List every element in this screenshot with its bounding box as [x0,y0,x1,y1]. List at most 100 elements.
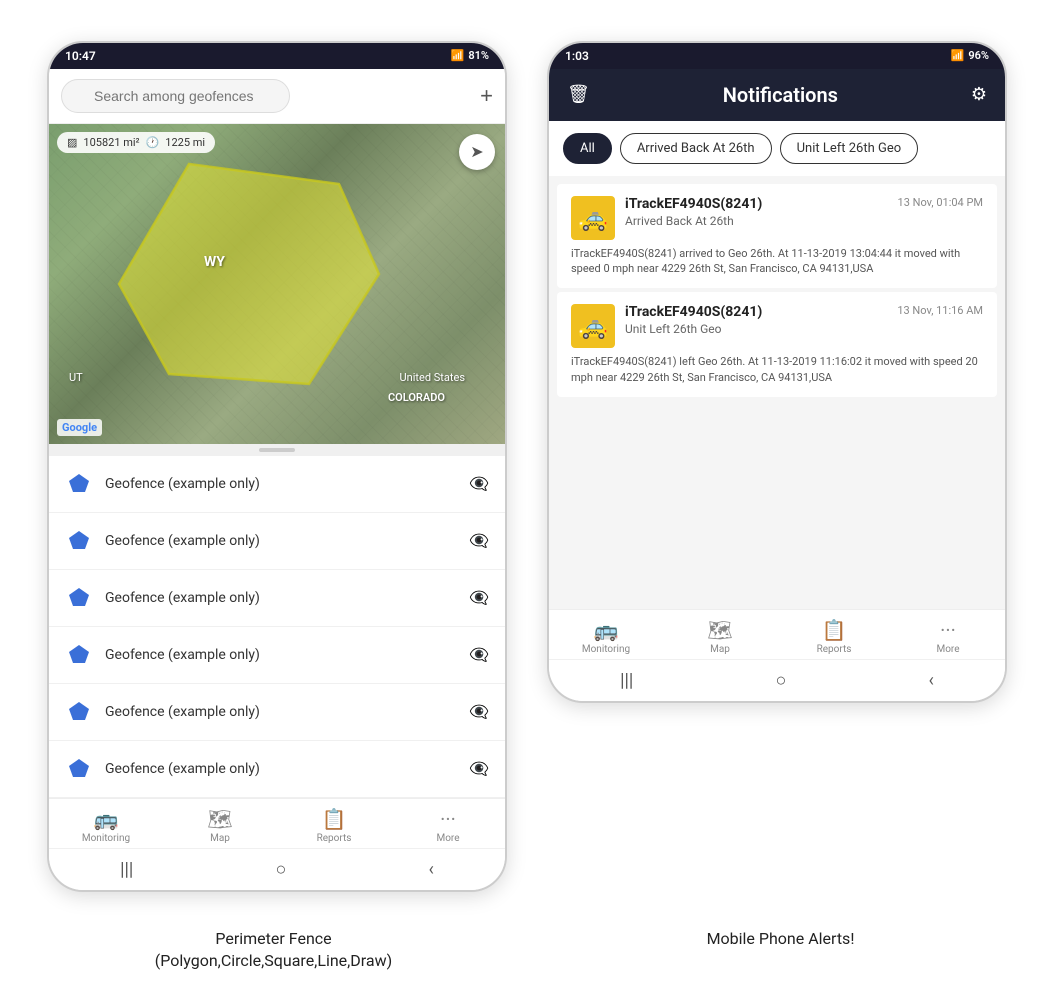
notif-event-1: Unit Left 26th Geo [625,322,983,336]
notif-info-1: iTrackEF4940S(8241) 13 Nov, 11:16 AM Uni… [625,304,983,342]
left-phone: 10:47 📶 81% 🔍 + ▨ 105821 mi² [47,41,507,892]
notif-device-1: iTrackEF4940S(8241) [625,304,762,320]
caption-area: Perimeter Fence(Polygon,Circle,Square,Li… [0,912,1054,973]
eye-icon-3[interactable]: 👁‍🗨 [469,645,489,664]
android-menu-left[interactable]: ||| [120,859,133,880]
main-container: 10:47 📶 81% 🔍 + ▨ 105821 mi² [27,21,1027,912]
battery-right: 96% [968,49,989,62]
car-icon-0: 🚕 [571,196,615,240]
android-home-left[interactable]: ○ [275,859,286,880]
monitoring-icon-left: 🚌 [94,807,119,831]
nav-monitoring-left[interactable]: 🚌 Monitoring [76,807,136,844]
list-item[interactable]: Geofence (example only) 👁‍🗨 [49,513,505,570]
more-icon-right: ··· [940,618,956,642]
map-label-wy: WY [204,254,225,270]
hatching-icon: ▨ [67,136,77,149]
bottom-nav-left: 🚌 Monitoring 🗺 Map 📋 Reports ··· More [49,798,505,848]
notif-card-header-0: 🚕 iTrackEF4940S(8241) 13 Nov, 01:04 PM A… [571,196,983,240]
notification-card-1[interactable]: 🚕 iTrackEF4940S(8241) 13 Nov, 11:16 AM U… [557,292,997,397]
list-item[interactable]: Geofence (example only) 👁‍🗨 [49,684,505,741]
map-icon-left: 🗺 [207,807,232,831]
reports-icon-right: 📋 [822,618,847,642]
left-caption: Perimeter Fence(Polygon,Circle,Square,Li… [44,928,504,973]
add-geofence-button[interactable]: + [480,83,493,109]
search-wrapper: 🔍 [61,79,472,113]
nav-more-left[interactable]: ··· More [418,807,478,844]
status-icons-left: 📶 81% [451,49,489,62]
right-caption: Mobile Phone Alerts! [551,928,1011,973]
eye-icon-2[interactable]: 👁‍🗨 [469,588,489,607]
list-item[interactable]: Geofence (example only) 👁‍🗨 [49,570,505,627]
nav-reports-label-right: Reports [817,644,852,655]
map-icon-right: 🗺 [707,618,732,642]
status-bar-left: 10:47 📶 81% [49,43,505,69]
nav-more-label-right: More [936,644,959,655]
search-input[interactable] [61,79,290,113]
eye-icon-4[interactable]: 👁‍🗨 [469,702,489,721]
geofence-polygon [109,154,389,404]
geofence-icon-4 [65,698,93,726]
scroll-indicator [49,444,505,456]
nav-monitoring-right[interactable]: 🚌 Monitoring [576,618,636,655]
geofence-label-2: Geofence (example only) [105,590,457,606]
filter-left-label: Unit Left 26th Geo [797,141,902,156]
nav-monitoring-label-right: Monitoring [582,644,630,655]
left-caption-text: Perimeter Fence(Polygon,Circle,Square,Li… [155,929,392,970]
android-back-left[interactable]: ‹ [428,859,433,880]
google-logo: Google [57,419,102,436]
geofence-label-3: Geofence (example only) [105,647,457,663]
nav-map-label-left: Map [210,833,230,844]
settings-icon[interactable]: ⚙ [971,84,987,105]
notifications-title: Notifications [590,83,971,107]
notif-event-0: Arrived Back At 26th [625,214,983,228]
geofence-icon-2 [65,584,93,612]
car-icon-1: 🚕 [571,304,615,348]
more-icon-left: ··· [440,807,456,831]
search-bar: 🔍 + [49,69,505,124]
eye-icon-5[interactable]: 👁‍🗨 [469,759,489,778]
list-item[interactable]: Geofence (example only) 👁‍🗨 [49,741,505,798]
notification-card-0[interactable]: 🚕 iTrackEF4940S(8241) 13 Nov, 01:04 PM A… [557,184,997,289]
list-item[interactable]: Geofence (example only) 👁‍🗨 [49,456,505,513]
notif-empty-area [549,409,1005,609]
android-home-right[interactable]: ○ [775,670,786,691]
android-back-right[interactable]: ‹ [928,670,933,691]
notif-body-0: iTrackEF4940S(8241) arrived to Geo 26th.… [571,246,983,277]
notifications-header: 🗑 Notifications ⚙ [549,69,1005,121]
filter-row: All Arrived Back At 26th Unit Left 26th … [549,121,1005,176]
list-item[interactable]: Geofence (example only) 👁‍🗨 [49,627,505,684]
geofence-icon-0 [65,470,93,498]
nav-map-left[interactable]: 🗺 Map [190,807,250,844]
battery-left: 81% [468,49,489,62]
nav-map-right[interactable]: 🗺 Map [690,618,750,655]
android-menu-right[interactable]: ||| [620,670,633,691]
notification-list: 🚕 iTrackEF4940S(8241) 13 Nov, 01:04 PM A… [549,176,1005,410]
map-area-stat: 105821 mi² [83,136,139,149]
nav-reports-left[interactable]: 📋 Reports [304,807,364,844]
map-label-colorado: COLORADO [388,391,445,404]
wifi-icon-right: 📶 [951,49,965,62]
filter-arrived-chip[interactable]: Arrived Back At 26th [620,133,772,164]
geofence-icon-1 [65,527,93,555]
eye-icon-0[interactable]: 👁‍🗨 [469,474,489,493]
geofence-label-0: Geofence (example only) [105,476,457,492]
map-label-us: United States [400,371,465,384]
eye-icon-1[interactable]: 👁‍🗨 [469,531,489,550]
filter-all-chip[interactable]: All [563,133,612,164]
geofence-list: Geofence (example only) 👁‍🗨 Geofence (ex… [49,456,505,798]
nav-more-right[interactable]: ··· More [918,618,978,655]
map-area: ▨ 105821 mi² 🕐 1225 mi ➤ WY United State… [49,124,505,444]
nav-reports-right[interactable]: 📋 Reports [804,618,864,655]
filter-all-label: All [580,141,595,156]
notif-card-header-1: 🚕 iTrackEF4940S(8241) 13 Nov, 11:16 AM U… [571,304,983,348]
notif-device-0: iTrackEF4940S(8241) [625,196,762,212]
compass-button[interactable]: ➤ [459,134,495,170]
notif-body-1: iTrackEF4940S(8241) left Geo 26th. At 11… [571,354,983,385]
time-right: 1:03 [565,49,589,63]
notif-title-row-0: iTrackEF4940S(8241) 13 Nov, 01:04 PM [625,196,983,212]
delete-icon[interactable]: 🗑 [567,84,590,105]
filter-left-chip[interactable]: Unit Left 26th Geo [780,133,919,164]
notif-info-0: iTrackEF4940S(8241) 13 Nov, 01:04 PM Arr… [625,196,983,234]
reports-icon-left: 📋 [322,807,347,831]
nav-reports-label-left: Reports [317,833,352,844]
